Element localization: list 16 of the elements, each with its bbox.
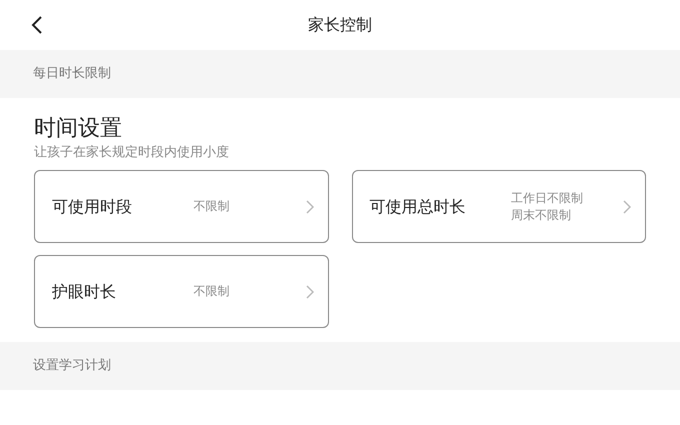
section-title: 时间设置: [34, 115, 122, 143]
setting-value: 周末不限制: [511, 206, 571, 224]
setting-card[interactable]: 可使用总时长 工作日不限制 周末不限制: [352, 170, 646, 243]
chevron-right-icon: [623, 200, 631, 214]
section-heading: 每日时长限制: [33, 65, 111, 84]
setting-value: 不限制: [194, 198, 230, 215]
setting-value: 工作日不限制: [511, 190, 583, 206]
chevron-right-icon: [306, 284, 314, 298]
section-heading: 设置学习计划: [33, 357, 111, 376]
chevron-right-icon: [306, 200, 314, 214]
setting-card[interactable]: 护眼时长 不限制: [34, 255, 328, 328]
section-subtitle: 让孩子在家长规定时段内使用小度: [34, 144, 229, 162]
page-title: 家长控制: [308, 14, 372, 36]
setting-value: 不限制: [194, 283, 230, 300]
setting-card[interactable]: 可使用时段 不限制: [34, 170, 328, 243]
back-icon: [31, 15, 43, 35]
